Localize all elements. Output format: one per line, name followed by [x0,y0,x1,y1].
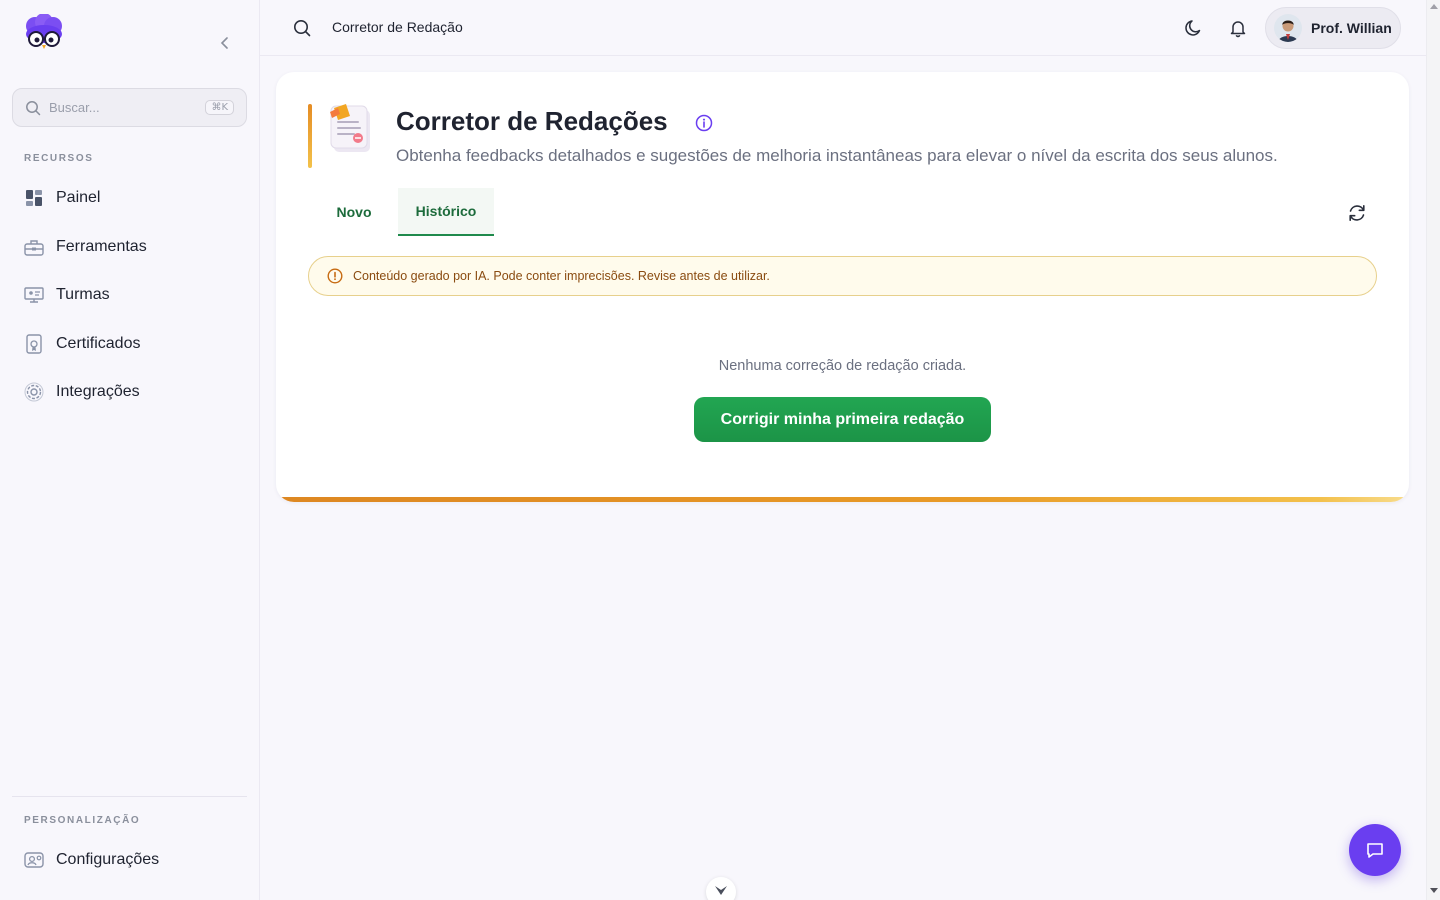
sidebar-nav: Painel Ferramentas Turmas Certificados I… [12,176,248,419]
sidebar-item-label: Configurações [56,851,160,868]
essay-document-icon [326,102,376,156]
sidebar-item-certificados[interactable]: Certificados [12,322,248,366]
sidebar-search[interactable]: ⌘K [12,88,247,127]
top-bar: Corretor de Redação Prof. Willian [260,0,1426,56]
user-menu[interactable]: Prof. Willian [1265,7,1401,49]
refresh-icon[interactable] [1346,202,1368,224]
avatar [1274,14,1302,42]
sidebar-item-label: Painel [56,189,101,206]
accent-bar [308,104,312,168]
sidebar-item-painel[interactable]: Painel [12,176,248,220]
card-bottom-accent [276,497,1409,502]
search-icon[interactable] [292,18,312,38]
sidebar-item-label: Turmas [56,286,110,303]
chat-icon [1365,840,1385,860]
search-input[interactable] [49,100,199,115]
scroll-down-arrow-icon[interactable] [1430,888,1438,893]
sidebar-item-label: Ferramentas [56,237,147,255]
alert-text: Conteúdo gerado por IA. Pode conter impr… [353,269,770,283]
page-subtitle: Obtenha feedbacks detalhados e sugestões… [396,146,1278,165]
search-icon [25,100,41,116]
sidebar-item-label: Integrações [56,383,140,400]
toolbox-icon [24,237,44,257]
sidebar-item-integracoes[interactable]: Integrações [12,370,248,414]
page-scrollbar[interactable] [1426,0,1440,900]
warning-circle-icon [327,268,343,284]
scroll-down-button[interactable] [706,877,736,900]
sidebar-nav-bottom: Configurações [12,838,248,887]
correct-first-essay-button[interactable]: Corrigir minha primeira redação [694,397,991,442]
gear-icon [24,382,44,402]
sidebar-item-configuracoes[interactable]: Configurações [12,838,248,882]
page-breadcrumb-title: Corretor de Redação [332,19,463,35]
moon-icon[interactable] [1184,18,1204,38]
classroom-icon [24,285,44,305]
certificate-icon [24,333,44,354]
sidebar-item-label: Certificados [56,334,141,352]
tab-historico[interactable]: Histórico [398,188,494,236]
sidebar: ⌘K RECURSOS Painel [0,0,260,900]
chevron-down-icon [714,885,728,897]
sidebar-divider [12,796,247,797]
section-label-personalization: PERSONALIZAÇÃO [24,815,141,826]
chevron-left-icon[interactable] [216,34,234,52]
empty-state-text: Nenhuma correção de redação criada. [718,358,967,374]
sidebar-item-ferramentas[interactable]: Ferramentas [12,225,248,269]
bell-icon[interactable] [1228,18,1248,38]
sidebar-item-turmas[interactable]: Turmas [12,273,248,317]
tool-card: Corretor de Redações Obtenha feedbacks d… [276,72,1409,502]
shortcut-badge: ⌘K [205,100,234,115]
user-settings-icon [24,850,44,870]
ai-warning-alert: Conteúdo gerado por IA. Pode conter impr… [308,256,1377,296]
chat-button[interactable] [1349,824,1401,876]
dashboard-icon [24,188,44,208]
info-icon[interactable] [695,114,713,132]
tab-novo[interactable]: Novo [322,188,386,236]
owl-logo-icon[interactable] [22,13,66,52]
page-title: Corretor de Redações [396,106,668,136]
section-label-resources: RECURSOS [24,153,94,164]
scroll-up-arrow-icon[interactable] [1430,4,1438,9]
user-name: Prof. Willian [1311,20,1392,36]
